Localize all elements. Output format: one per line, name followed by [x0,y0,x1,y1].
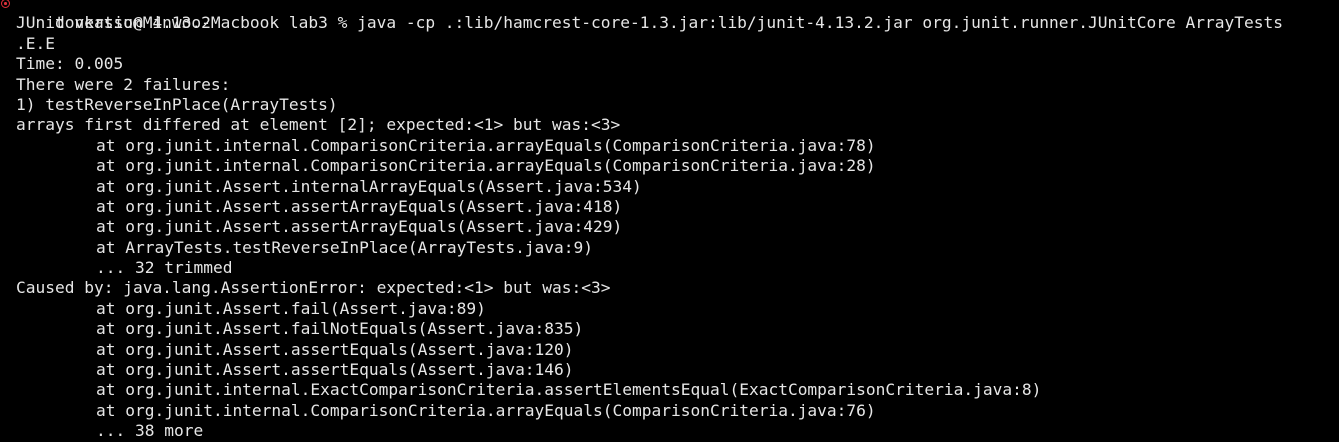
stack-trace-line: at ArrayTests.testReverseInPlace(ArrayTe… [96,237,594,257]
output-line: JUnit version 4.13.2 [16,13,211,33]
output-line: Time: 0.005 [16,54,124,74]
stack-trace-line: at org.junit.Assert.assertArrayEquals(As… [96,217,623,237]
command-prompt-line: donkatsu@Minwoo-Macbook lab3 % java -cp … [0,0,1339,32]
stack-trace-line: at org.junit.Assert.assertEquals(Assert.… [96,360,574,380]
output-line: 1) testReverseInPlace(ArrayTests) [16,94,338,114]
terminal-output[interactable]: donkatsu@Minwoo-Macbook lab3 % java -cp … [0,0,1339,441]
output-line: .E.E [16,33,55,53]
caused-by-line: Caused by: java.lang.AssertionError: exp… [16,278,611,298]
output-line: arrays first differed at element [2]; ex… [16,115,621,135]
stack-trace-line: ... 38 more [96,421,204,441]
stack-trace-line: at org.junit.internal.ComparisonCriteria… [96,156,876,176]
stack-trace-line: at org.junit.Assert.internalArrayEquals(… [96,176,642,196]
stack-trace-line: at org.junit.internal.ComparisonCriteria… [96,135,876,155]
stack-trace-line: at org.junit.Assert.assertArrayEquals(As… [96,196,623,216]
error-circle-icon[interactable] [1,0,10,8]
stack-trace-line: at org.junit.Assert.fail(Assert.java:89) [96,298,486,318]
stack-trace-line: at org.junit.Assert.failNotEquals(Assert… [96,319,584,339]
output-line: There were 2 failures: [16,74,231,94]
stack-trace-line: at org.junit.internal.ComparisonCriteria… [96,400,876,420]
stack-trace-line: at org.junit.internal.ExactComparisonCri… [96,380,1042,400]
stack-trace-line: at org.junit.Assert.assertEquals(Assert.… [96,339,574,359]
stack-trace-line: ... 32 trimmed [96,258,233,278]
